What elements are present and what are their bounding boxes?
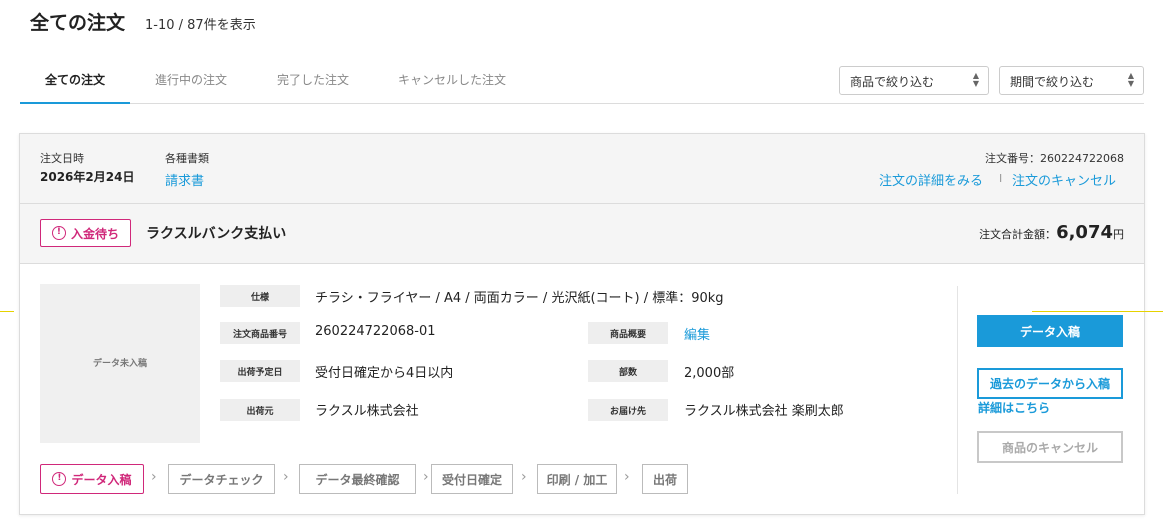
tab-in-progress[interactable]: 進行中の注文 — [155, 71, 227, 88]
ship-to-value: ラクスル株式会社 楽刷太郎 — [684, 404, 844, 419]
order-header: 注文日時 2026年2月24日 各種書類 請求書 注文番号：2602247220… — [20, 134, 1144, 204]
reuse-past-data-button[interactable]: 過去のデータから入稿 — [977, 368, 1123, 399]
order-detail-link[interactable]: 注文の詳細をみる — [879, 170, 983, 189]
period-filter-value: 期間で絞り込む — [1010, 75, 1095, 89]
order-cancel-link[interactable]: 注文のキャンセル — [1012, 170, 1116, 189]
step-printing: 印刷 / 加工 — [537, 464, 617, 494]
period-filter-select[interactable]: 期間で絞り込む ▲ ▼ — [999, 66, 1144, 95]
guide-line — [0, 311, 14, 312]
chevron-right-icon: › — [423, 469, 429, 485]
details-link[interactable]: 詳細はこちら — [978, 399, 1050, 416]
tab-completed[interactable]: 完了した注文 — [277, 71, 349, 88]
step-label: データ入稿 — [71, 472, 132, 487]
product-filter-select[interactable]: 商品で絞り込む ▲ ▼ — [839, 66, 989, 95]
quantity-label: 部数 — [588, 360, 668, 382]
order-total-unit: 円 — [1113, 228, 1124, 241]
step-data-check: データチェック — [168, 464, 275, 494]
step-shipping: 出荷 — [642, 464, 688, 494]
select-arrows-icon: ▲ ▼ — [972, 71, 979, 88]
chevron-right-icon: › — [521, 469, 527, 485]
status-badge: ! 入金待ち — [40, 219, 131, 247]
step-data-upload: ! データ入稿 — [40, 464, 144, 494]
payment-row: ! 入金待ち ラクスルバンク支払い 注文合計金額： 6,074 円 — [20, 204, 1144, 264]
page-title: 全ての注文 — [30, 12, 126, 34]
step-final-confirm: データ最終確認 — [299, 464, 416, 494]
order-total-value: 6,074 — [1056, 222, 1113, 243]
ship-date-value: 受付日確定から4日以内 — [315, 366, 454, 381]
product-filter-value: 商品で絞り込む — [850, 75, 935, 89]
status-badge-label: 入金待ち — [70, 226, 119, 241]
chevron-right-icon: › — [624, 469, 630, 485]
upload-data-button[interactable]: データ入稿 — [977, 315, 1123, 347]
exclamation-icon: ! — [52, 472, 67, 486]
quantity-value: 2,000部 — [684, 366, 735, 381]
spec-label: 仕様 — [220, 285, 300, 307]
order-date-label: 注文日時 — [40, 152, 84, 165]
exclamation-icon: ! — [51, 226, 66, 240]
select-arrows-icon: ▲ ▼ — [1127, 71, 1134, 88]
summary-edit-link[interactable]: 編集 — [684, 324, 710, 343]
chevron-right-icon: › — [283, 469, 289, 485]
order-total: 注文合計金額： 6,074 円 — [979, 222, 1124, 243]
order-number: 注文番号：260224722068 — [985, 152, 1124, 165]
chevron-right-icon: › — [151, 469, 157, 485]
order-date-value: 2026年2月24日 — [40, 170, 135, 184]
documents-label: 各種書類 — [165, 152, 209, 165]
product-thumbnail: データ未入稿 — [40, 284, 200, 443]
summary-label: 商品概要 — [588, 322, 668, 344]
tab-cancelled[interactable]: キャンセルした注文 — [398, 71, 506, 88]
ship-date-label: 出荷予定日 — [220, 360, 300, 382]
ship-from-label: 出荷元 — [220, 399, 300, 421]
item-number-label: 注文商品番号 — [220, 322, 300, 344]
invoice-link[interactable]: 請求書 — [165, 170, 204, 189]
active-tab-indicator — [20, 102, 130, 104]
order-total-label: 注文合計金額： — [979, 228, 1057, 241]
order-card: 注文日時 2026年2月24日 各種書類 請求書 注文番号：2602247220… — [19, 133, 1145, 515]
item-number-value: 260224722068-01 — [315, 324, 436, 339]
spec-value: チラシ・フライヤー / A4 / 両面カラー / 光沢紙(コート) / 標準：9… — [315, 291, 724, 306]
thumbnail-placeholder-text: データ未入稿 — [92, 359, 147, 369]
link-divider: I — [999, 172, 1003, 185]
ship-to-label: お届け先 — [588, 399, 668, 421]
payment-method: ラクスルバンク支払い — [146, 226, 287, 242]
cancel-item-button: 商品のキャンセル — [977, 431, 1123, 463]
ship-from-value: ラクスル株式会社 — [315, 404, 419, 419]
order-count: 1-10 / 87件を表示 — [145, 18, 256, 33]
guide-line — [1032, 311, 1163, 312]
tab-all-orders[interactable]: 全ての注文 — [45, 71, 105, 88]
step-acceptance-date: 受付日確定 — [431, 464, 513, 494]
action-divider — [957, 286, 958, 494]
